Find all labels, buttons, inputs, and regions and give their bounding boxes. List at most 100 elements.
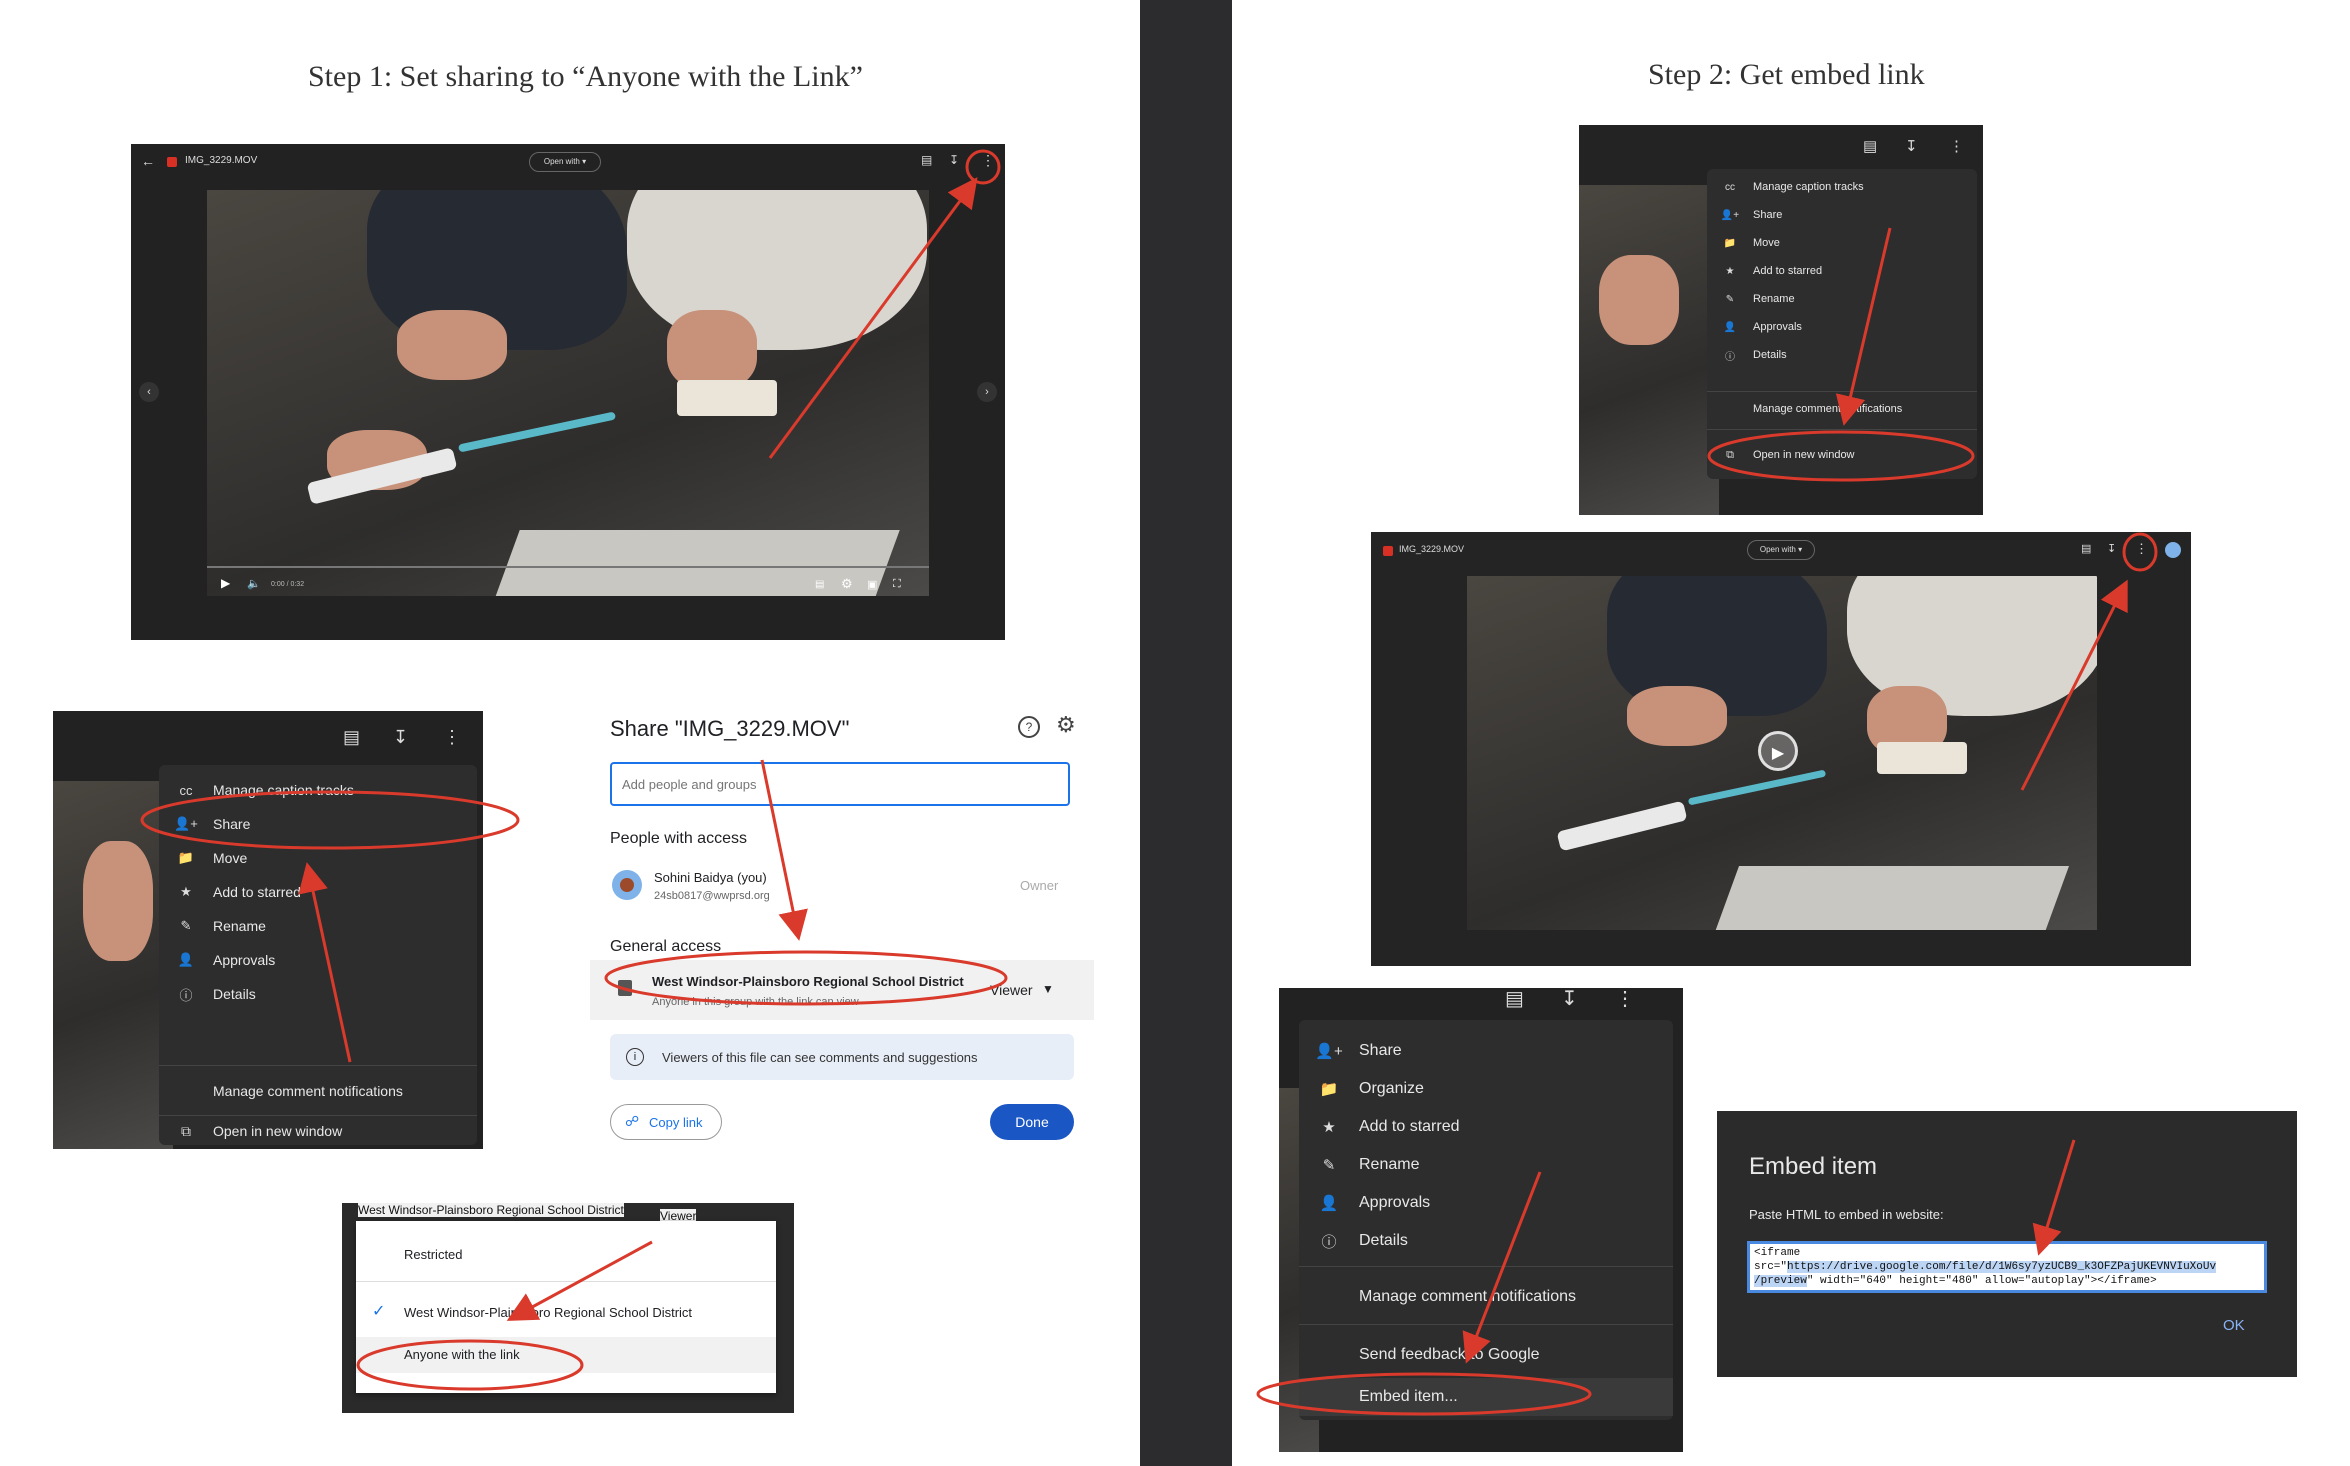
background-photo: [53, 781, 173, 1149]
access-option[interactable]: West Windsor-Plainsboro Regional School …: [652, 974, 964, 989]
menu-label: Move: [213, 850, 248, 866]
access-option-west-windsor-plainsboro-regional-school-district[interactable]: ✓ West Windsor-Plainsboro Regional School…: [356, 1295, 776, 1331]
fullscreen-icon[interactable]: ⛶: [893, 578, 901, 591]
embed-code-field[interactable]: <iframe src="https://drive.google.com/fi…: [1747, 1241, 2267, 1293]
general-access-row[interactable]: West Windsor-Plainsboro Regional School …: [590, 960, 1094, 1020]
menu-item-rename[interactable]: ✎ Rename: [1707, 287, 1795, 311]
add-comment-icon[interactable]: ▤: [2081, 542, 2091, 555]
menu-item-open-new-window[interactable]: ⧉ Open in new window: [1707, 443, 1855, 467]
menu-label: Open in new window: [1753, 449, 1855, 461]
menu-item-share[interactable]: 👤+ Share: [159, 809, 250, 839]
menu-item-add-to-starred[interactable]: ★ Add to starred: [1299, 1110, 1459, 1144]
menu-item-embed-item[interactable]: Embed item...: [1299, 1378, 1673, 1416]
menu-item-manage-comment-notifications[interactable]: Manage comment notifications: [1299, 1282, 1576, 1312]
menu-item-manage-caption-tracks[interactable]: cc Manage caption tracks: [1707, 175, 1864, 199]
embed-label: Paste HTML to embed in website:: [1749, 1207, 1944, 1222]
play-icon[interactable]: ▶: [221, 576, 230, 590]
back-arrow-icon[interactable]: ←: [141, 153, 155, 169]
download-icon[interactable]: ↧: [2107, 542, 2116, 555]
access-option-restricted[interactable]: Restricted: [356, 1237, 776, 1273]
viewer-filename: IMG_3229.MOV: [185, 155, 258, 166]
volume-icon[interactable]: 🔈: [247, 577, 261, 590]
captions-icon[interactable]: ▤: [815, 579, 824, 590]
info-icon: ⓘ: [1725, 351, 1735, 363]
menu-item-manage-caption-tracks[interactable]: cc Manage caption tracks: [159, 775, 354, 805]
menu-toolbar: ▤ ↧ ⋮: [53, 711, 483, 767]
copy-link-button[interactable]: ☍ Copy link: [610, 1104, 722, 1140]
menu-item-approvals[interactable]: 👤 Approvals: [1299, 1186, 1431, 1220]
menu-label: Add to starred: [1753, 265, 1823, 277]
open-with-label: Open with: [1759, 545, 1796, 554]
step1-title: Step 1: Set sharing to “Anyone with the …: [308, 60, 863, 93]
help-icon[interactable]: ?: [1018, 716, 1040, 738]
avatar[interactable]: [2165, 542, 2181, 558]
menu-item-open-new-window[interactable]: ⧉ Open in new window: [159, 1117, 342, 1145]
menu-item-manage-comment-notifications[interactable]: Manage comment notifications: [159, 1077, 403, 1105]
menu-label: Move: [1753, 237, 1780, 249]
menu-item-rename[interactable]: ✎ Rename: [159, 911, 266, 941]
miniplayer-icon[interactable]: ▣: [867, 578, 877, 591]
prev-arrow-button[interactable]: ‹: [139, 382, 159, 402]
option-label: Anyone with the link: [404, 1347, 520, 1362]
step2-title: Step 2: Get embed link: [1648, 58, 1925, 91]
open-with-button[interactable]: Open with ▾: [529, 152, 601, 172]
menu-item-approvals[interactable]: 👤 Approvals: [159, 945, 275, 975]
add-comment-icon[interactable]: ▤: [343, 727, 360, 748]
add-people-input[interactable]: [610, 762, 1070, 806]
add-person-icon: 👤+: [174, 816, 198, 831]
code-url-suffix: /preview: [1754, 1275, 1807, 1287]
download-icon[interactable]: ↧: [949, 153, 959, 167]
add-person-icon: 👤+: [1315, 1043, 1343, 1060]
next-arrow-button[interactable]: ›: [977, 382, 997, 402]
menu-item-share[interactable]: 👤+ Share: [1707, 203, 1783, 227]
menu-item-share[interactable]: 👤+ Share: [1299, 1034, 1402, 1068]
menu-item-send-feedback[interactable]: Send feedback to Google: [1299, 1340, 1540, 1370]
settings-gear-icon[interactable]: ⚙: [1056, 712, 1076, 738]
more-options-icon[interactable]: ⋮: [2135, 541, 2148, 557]
add-comment-icon[interactable]: ▤: [1505, 988, 1524, 1011]
more-options-icon[interactable]: ⋮: [1615, 988, 1635, 1011]
video-viewer-screenshot: ← IMG_3229.MOV Open with ▾ ▤ ↧ ⋮ ▶ 🔈 0:0…: [131, 144, 1005, 640]
add-comment-icon[interactable]: ▤: [921, 153, 932, 167]
download-icon[interactable]: ↧: [1905, 137, 1918, 155]
domain-icon: [618, 980, 632, 996]
menu-item-approvals[interactable]: 👤 Approvals: [1707, 315, 1802, 339]
video-frame: ▶ 🔈 0:00 / 0:32 ▤ ⚙ ▣ ⛶: [207, 190, 929, 596]
menu-item-move[interactable]: 📁 Move: [1707, 231, 1780, 255]
menu-item-add-to-starred[interactable]: ★ Add to starred: [159, 877, 301, 907]
menu-item-rename[interactable]: ✎ Rename: [1299, 1148, 1420, 1182]
menu-item-manage-comment-notifications[interactable]: Manage comment notifications: [1707, 397, 1902, 421]
menu-item-details[interactable]: ⓘ Details: [1707, 343, 1787, 367]
access-role[interactable]: Viewer: [990, 982, 1033, 998]
open-with-button[interactable]: Open with ▾: [1747, 540, 1815, 560]
more-options-menu: cc Manage caption tracks 👤+ Share 📁 Move ★ Add …: [1707, 169, 1977, 479]
menu-item-details[interactable]: ⓘ Details: [1299, 1224, 1407, 1258]
menu-item-details[interactable]: ⓘ Details: [159, 979, 255, 1009]
download-icon[interactable]: ↧: [393, 727, 408, 748]
menu-item-organize[interactable]: 📁 Organize: [1299, 1072, 1424, 1106]
chevron-down-icon[interactable]: ▼: [1042, 982, 1054, 996]
download-icon[interactable]: ↧: [1561, 988, 1578, 1011]
settings-gear-icon[interactable]: ⚙: [841, 576, 853, 592]
play-overlay-icon[interactable]: ▶: [1758, 731, 1798, 771]
ok-button[interactable]: OK: [2223, 1317, 2245, 1334]
info-icon: i: [626, 1048, 644, 1066]
check-icon: ✓: [372, 1303, 386, 1320]
share-dialog: Share "IMG_3229.MOV" ? ⚙ People with acc…: [590, 706, 1094, 1150]
access-dropdown-screenshot: West Windsor-Plainsboro Regional School …: [342, 1203, 794, 1413]
menu-label: Approvals: [1753, 321, 1802, 333]
new-window-viewer-screenshot: IMG_3229.MOV Open with ▾ ▤ ↧ ⋮ ▶: [1371, 532, 2191, 966]
access-option-anyone-with-the-link[interactable]: Anyone with the link: [356, 1337, 776, 1373]
menu-label: Share: [1359, 1042, 1402, 1059]
menu-item-move[interactable]: 📁 Move: [159, 843, 247, 873]
star-icon: ★: [180, 884, 192, 899]
menu-item-add-to-starred[interactable]: ★ Add to starred: [1707, 259, 1823, 283]
menu-label: Manage comment notifications: [213, 1083, 403, 1099]
more-options-icon[interactable]: ⋮: [981, 152, 995, 169]
more-options-icon[interactable]: ⋮: [1949, 137, 1964, 155]
add-comment-icon[interactable]: ▤: [1863, 137, 1877, 155]
people-with-access-heading: People with access: [610, 830, 747, 847]
video-seek-bar[interactable]: [207, 566, 929, 568]
more-options-icon[interactable]: ⋮: [443, 727, 461, 748]
done-button[interactable]: Done: [990, 1104, 1074, 1140]
